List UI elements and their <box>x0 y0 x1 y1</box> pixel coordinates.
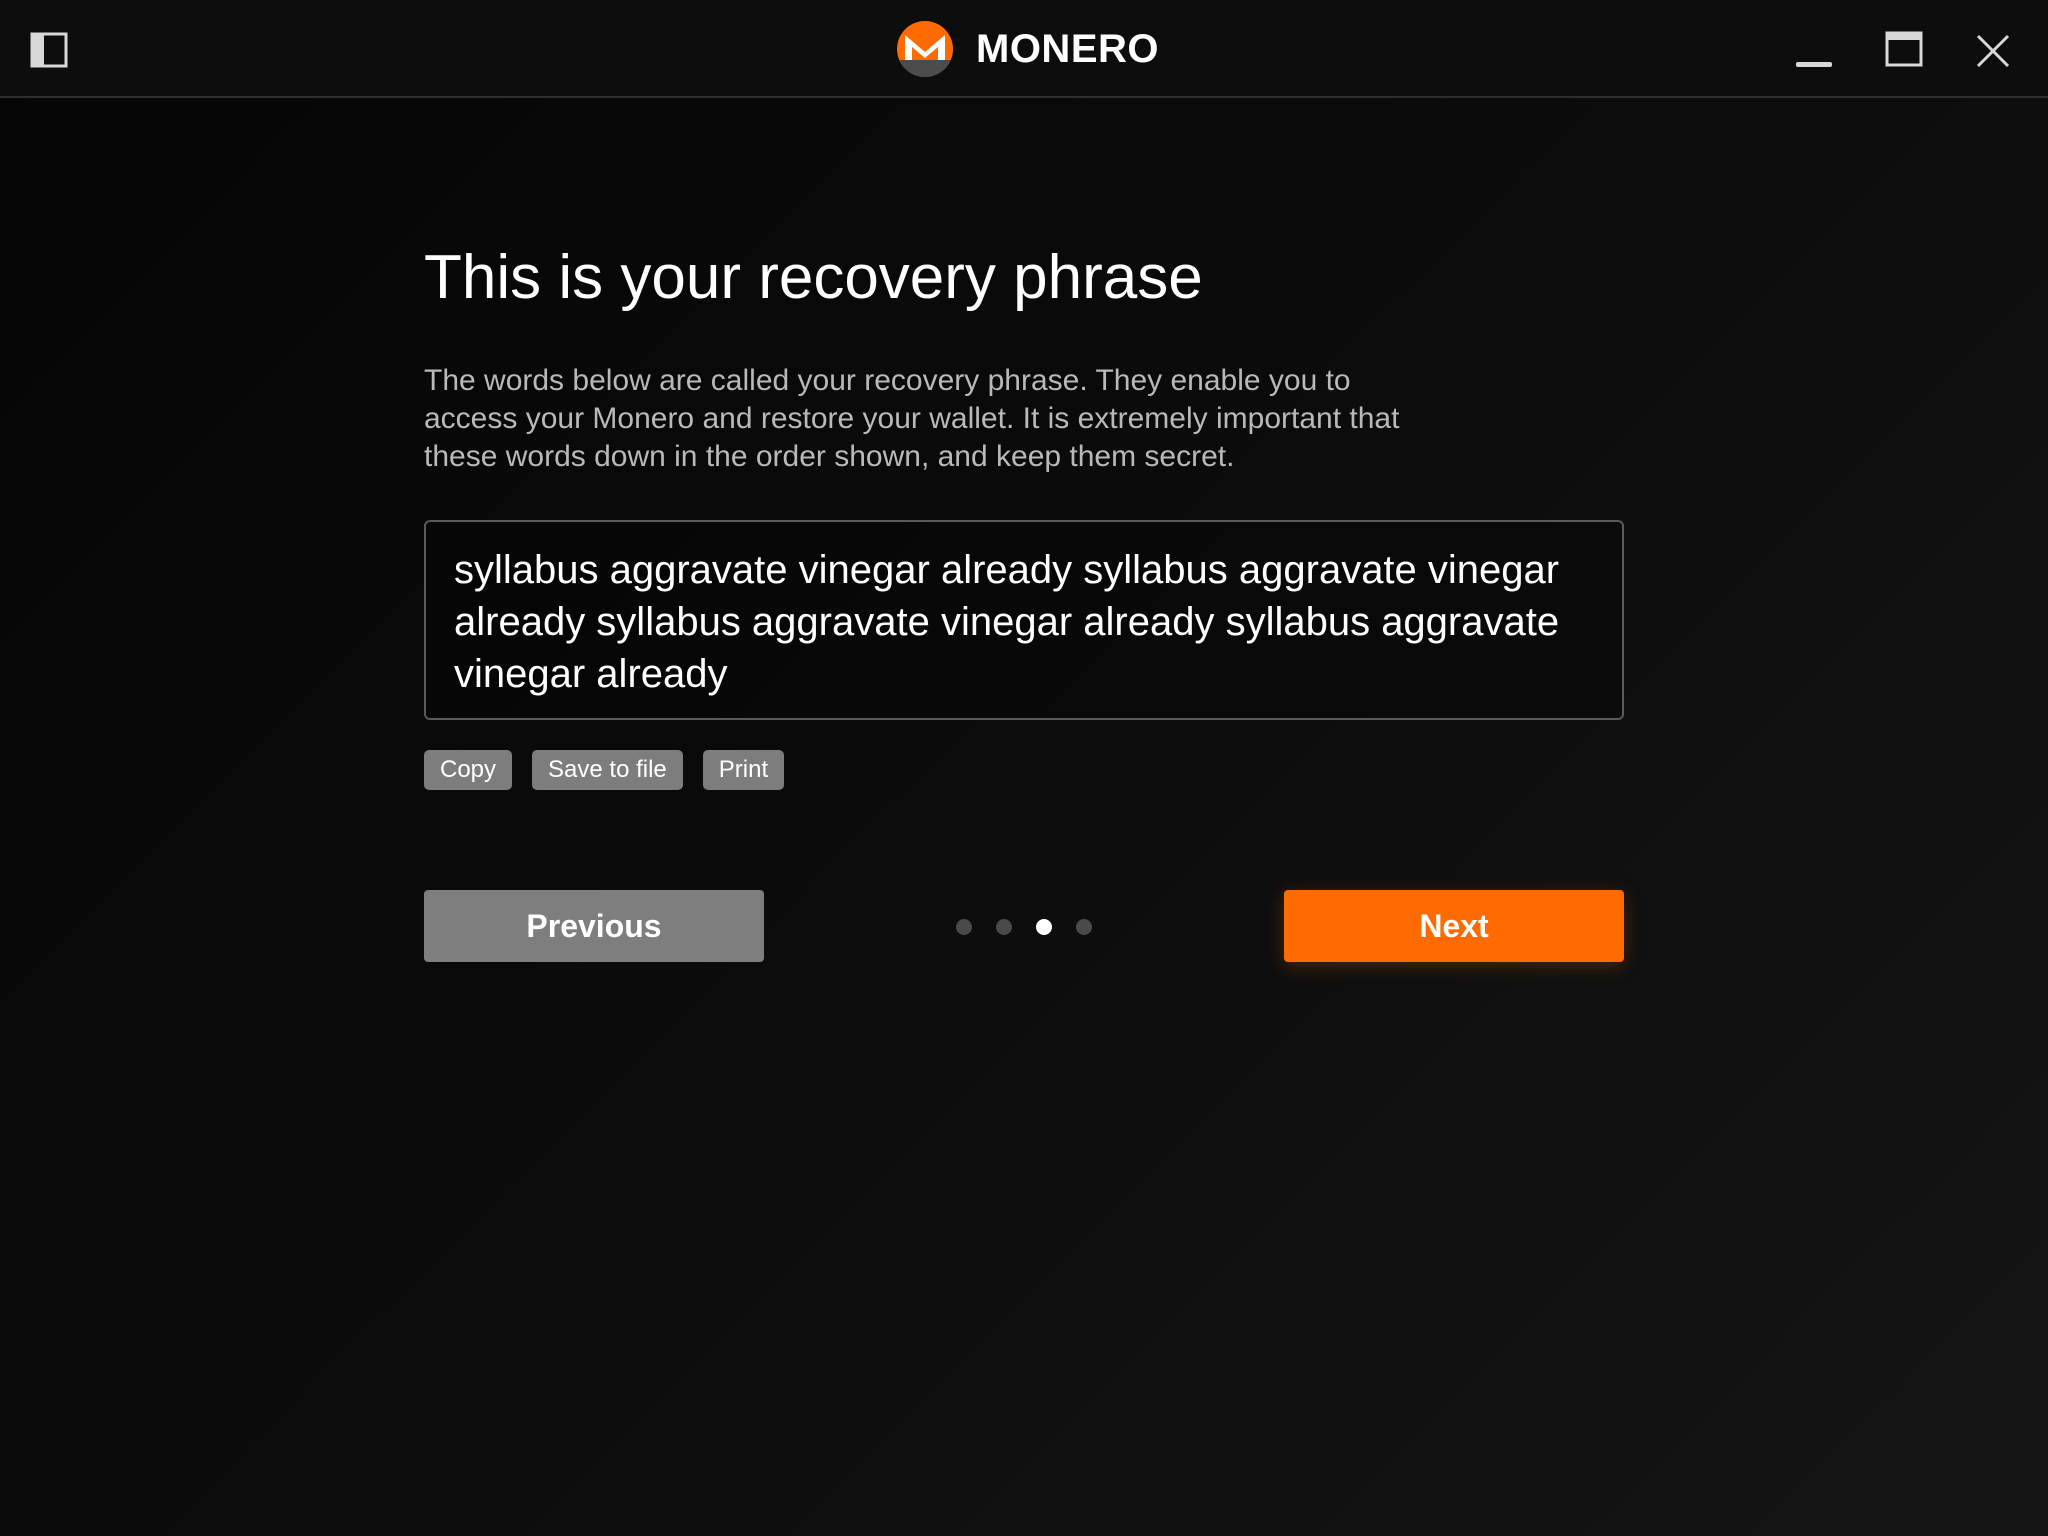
step-dot <box>996 919 1012 935</box>
step-dot <box>956 919 972 935</box>
brand: MONERO <box>896 20 1159 78</box>
step-dot-current <box>1036 919 1052 935</box>
close-icon[interactable] <box>1970 28 2014 72</box>
step-dot <box>1076 919 1092 935</box>
next-button[interactable]: Next <box>1284 890 1624 962</box>
app-window: MONERO This is your recovery phrase The … <box>0 0 2048 1536</box>
print-button[interactable]: Print <box>702 750 785 790</box>
copy-button[interactable]: Copy <box>424 750 513 790</box>
brand-name: MONERO <box>976 26 1159 71</box>
page-title: This is your recovery phrase <box>424 243 1203 312</box>
title-bar: MONERO <box>0 0 2048 98</box>
phrase-actions: Copy Save to file Print <box>424 750 785 790</box>
save-to-file-button[interactable]: Save to file <box>532 750 683 790</box>
previous-button[interactable]: Previous <box>424 890 764 962</box>
page-description: The words below are called your recovery… <box>424 364 1400 473</box>
step-indicator <box>956 919 1092 935</box>
monero-logo <box>897 21 953 77</box>
maximize-icon[interactable] <box>1882 28 1926 72</box>
minimize-icon[interactable] <box>1792 28 1836 72</box>
recovery-phrase-box[interactable]: syllabus aggravate vinegar already sylla… <box>424 520 1624 720</box>
recovery-phrase-panel: This is your recovery phrase The words b… <box>424 236 1624 962</box>
sidebar-toggle-icon[interactable] <box>30 32 68 68</box>
